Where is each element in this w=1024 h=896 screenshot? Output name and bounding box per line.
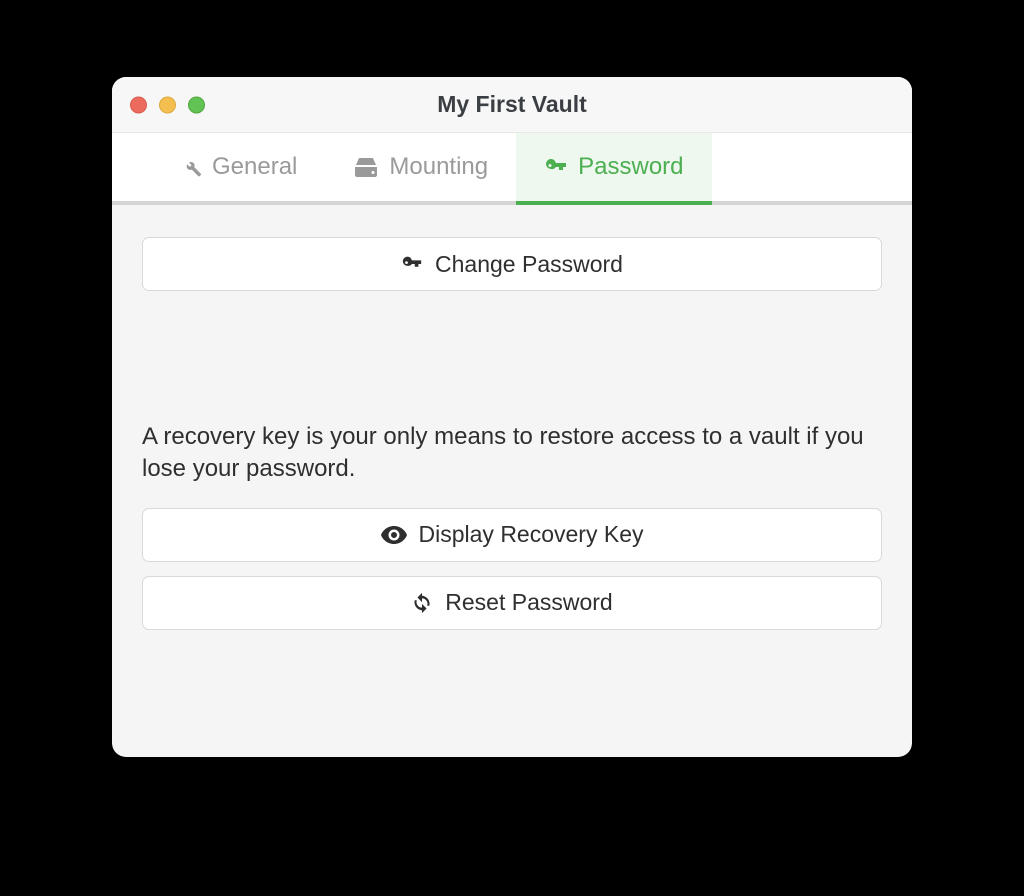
drive-icon [353,157,379,177]
window-title: My First Vault [112,91,912,118]
tab-general[interactable]: General [152,133,325,201]
tab-password[interactable]: Password [516,133,711,201]
spacer [142,291,882,421]
window-controls [130,96,205,113]
tab-content-password: Change Password A recovery key is your o… [112,205,912,757]
titlebar: My First Vault [112,77,912,133]
tab-mounting-label: Mounting [389,153,488,181]
change-password-button[interactable]: Change Password [142,237,882,291]
wrench-icon [180,156,202,178]
minimize-window-button[interactable] [159,96,176,113]
tab-general-label: General [212,153,297,181]
display-recovery-key-button[interactable]: Display Recovery Key [142,508,882,562]
key-icon [544,155,568,179]
display-recovery-key-label: Display Recovery Key [419,521,644,548]
eye-icon [381,526,407,544]
tab-mounting[interactable]: Mounting [325,133,516,201]
refresh-icon [411,592,433,614]
app-window: My First Vault General Mounting [112,77,912,757]
key-icon [401,253,423,275]
close-window-button[interactable] [130,96,147,113]
tab-bar: General Mounting Password [112,133,912,205]
recovery-key-description: A recovery key is your only means to res… [142,421,882,486]
change-password-label: Change Password [435,251,623,278]
reset-password-button[interactable]: Reset Password [142,576,882,630]
tab-password-label: Password [578,153,683,181]
reset-password-label: Reset Password [445,589,612,616]
recovery-button-group: Display Recovery Key Reset Password [142,508,882,630]
zoom-window-button[interactable] [188,96,205,113]
